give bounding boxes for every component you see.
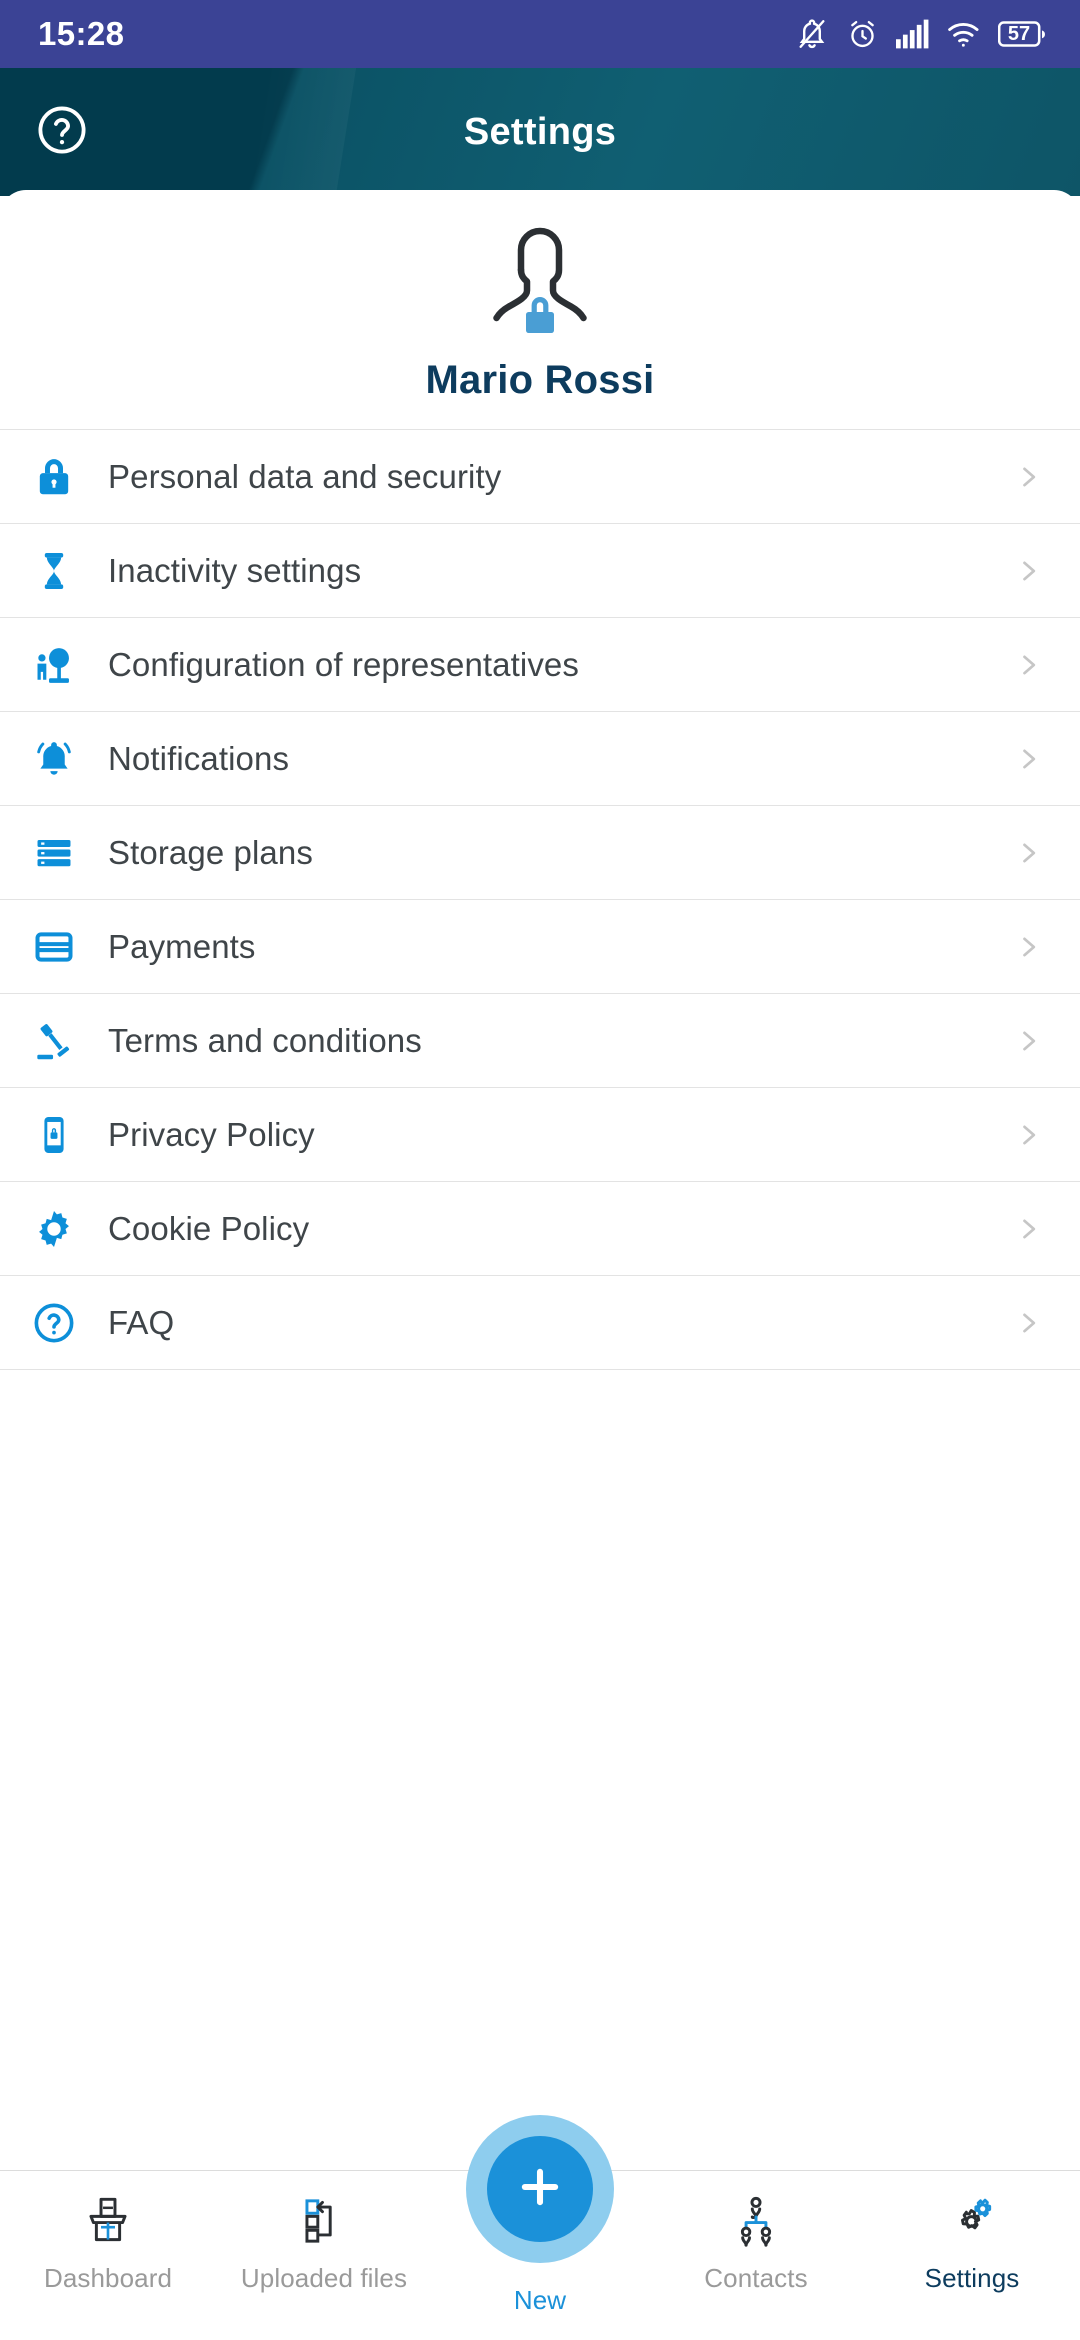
settings-item-label: Inactivity settings bbox=[108, 551, 362, 589]
chevron-right-icon bbox=[1006, 463, 1050, 491]
storage-server-icon bbox=[0, 830, 108, 876]
nav-item-settings[interactable]: Settings bbox=[864, 2171, 1080, 2340]
hourglass-icon bbox=[0, 548, 108, 594]
settings-item-storage-plans[interactable]: Storage plans bbox=[0, 806, 1080, 900]
chevron-right-icon bbox=[1006, 1215, 1050, 1243]
nav-item-label: Dashboard bbox=[43, 2263, 173, 2293]
settings-item-cookie-policy[interactable]: Cookie Policy bbox=[0, 1182, 1080, 1276]
app-header: Settings bbox=[0, 68, 1080, 196]
avatar bbox=[465, 212, 615, 344]
nav-item-uploaded-files[interactable]: Uploaded files bbox=[216, 2171, 432, 2340]
status-bar: 15:28 57 bbox=[0, 0, 1080, 68]
chevron-right-icon bbox=[1006, 1121, 1050, 1149]
new-fab-button[interactable] bbox=[466, 2115, 614, 2263]
chevron-right-icon bbox=[1006, 839, 1050, 867]
status-bar-clock: 15:28 bbox=[38, 15, 125, 52]
bell-icon bbox=[0, 736, 108, 782]
alarm-icon bbox=[846, 18, 879, 51]
settings-item-faq[interactable]: FAQ bbox=[0, 1276, 1080, 1370]
settings-item-label: Notifications bbox=[108, 739, 290, 777]
phone-lock-icon bbox=[0, 1112, 108, 1158]
chevron-right-icon bbox=[1006, 1027, 1050, 1055]
battery-percent-label: 57 bbox=[1007, 23, 1031, 45]
settings-item-personal-data-and-security[interactable]: Personal data and security bbox=[0, 430, 1080, 524]
settings-item-label: Privacy Policy bbox=[108, 1115, 315, 1153]
settings-item-label: Storage plans bbox=[108, 833, 313, 871]
settings-item-label: Configuration of representatives bbox=[108, 645, 579, 683]
nav-item-dashboard[interactable]: Dashboard bbox=[0, 2171, 216, 2340]
wifi-icon bbox=[947, 19, 981, 49]
gears-icon bbox=[941, 2189, 1003, 2253]
content-card: Mario Rossi Personal data and security I… bbox=[0, 190, 1080, 2340]
settings-list: Personal data and security Inactivity se… bbox=[0, 429, 1080, 1370]
podium-speaker-icon bbox=[0, 642, 108, 688]
gear-icon bbox=[0, 1206, 108, 1252]
page-title: Settings bbox=[463, 110, 617, 153]
lock-icon bbox=[526, 297, 554, 333]
profile-name: Mario Rossi bbox=[425, 358, 655, 402]
settings-item-terms-and-conditions[interactable]: Terms and conditions bbox=[0, 994, 1080, 1088]
chevron-right-icon bbox=[1006, 1309, 1050, 1337]
help-circle-icon bbox=[0, 1300, 108, 1346]
status-bar-icons: 57 bbox=[795, 17, 1046, 51]
plus-icon bbox=[512, 2159, 568, 2220]
cellular-signal-icon bbox=[896, 19, 930, 49]
settings-item-payments[interactable]: Payments bbox=[0, 900, 1080, 994]
chevron-right-icon bbox=[1006, 651, 1050, 679]
nav-item-new[interactable]: New bbox=[432, 2115, 648, 2340]
lectern-podium-icon bbox=[77, 2189, 139, 2253]
chevron-right-icon bbox=[1006, 745, 1050, 773]
help-circle-icon bbox=[35, 103, 89, 162]
settings-item-label: Terms and conditions bbox=[108, 1021, 422, 1059]
nav-item-label: Settings bbox=[924, 2263, 1020, 2293]
profile-section: Mario Rossi bbox=[0, 190, 1080, 429]
nav-item-label: Contacts bbox=[704, 2263, 808, 2293]
settings-item-label: Payments bbox=[108, 927, 256, 965]
battery-icon: 57 bbox=[998, 19, 1046, 49]
help-button[interactable] bbox=[34, 104, 90, 160]
fab-core bbox=[487, 2136, 593, 2242]
settings-item-label: Personal data and security bbox=[108, 457, 502, 495]
settings-item-configuration-of-representatives[interactable]: Configuration of representatives bbox=[0, 618, 1080, 712]
credit-card-icon bbox=[0, 924, 108, 970]
settings-item-label: FAQ bbox=[108, 1303, 175, 1341]
flowchart-upload-icon bbox=[293, 2189, 355, 2253]
settings-item-inactivity-settings[interactable]: Inactivity settings bbox=[0, 524, 1080, 618]
chevron-right-icon bbox=[1006, 933, 1050, 961]
person-outline-icon bbox=[493, 227, 587, 322]
nav-item-label: Uploaded files bbox=[240, 2263, 408, 2293]
bell-off-icon bbox=[795, 17, 829, 51]
settings-item-label: Cookie Policy bbox=[108, 1209, 310, 1247]
settings-item-privacy-policy[interactable]: Privacy Policy bbox=[0, 1088, 1080, 1182]
nav-item-contacts[interactable]: Contacts bbox=[648, 2171, 864, 2340]
org-chart-people-icon bbox=[725, 2189, 787, 2253]
bottom-navigation-bar: Dashboard Uploaded files New Contacts Se… bbox=[0, 2115, 1080, 2340]
gavel-icon bbox=[0, 1018, 108, 1064]
nav-item-label: New bbox=[513, 2285, 567, 2315]
lock-icon bbox=[0, 454, 108, 500]
settings-item-notifications[interactable]: Notifications bbox=[0, 712, 1080, 806]
chevron-right-icon bbox=[1006, 557, 1050, 585]
